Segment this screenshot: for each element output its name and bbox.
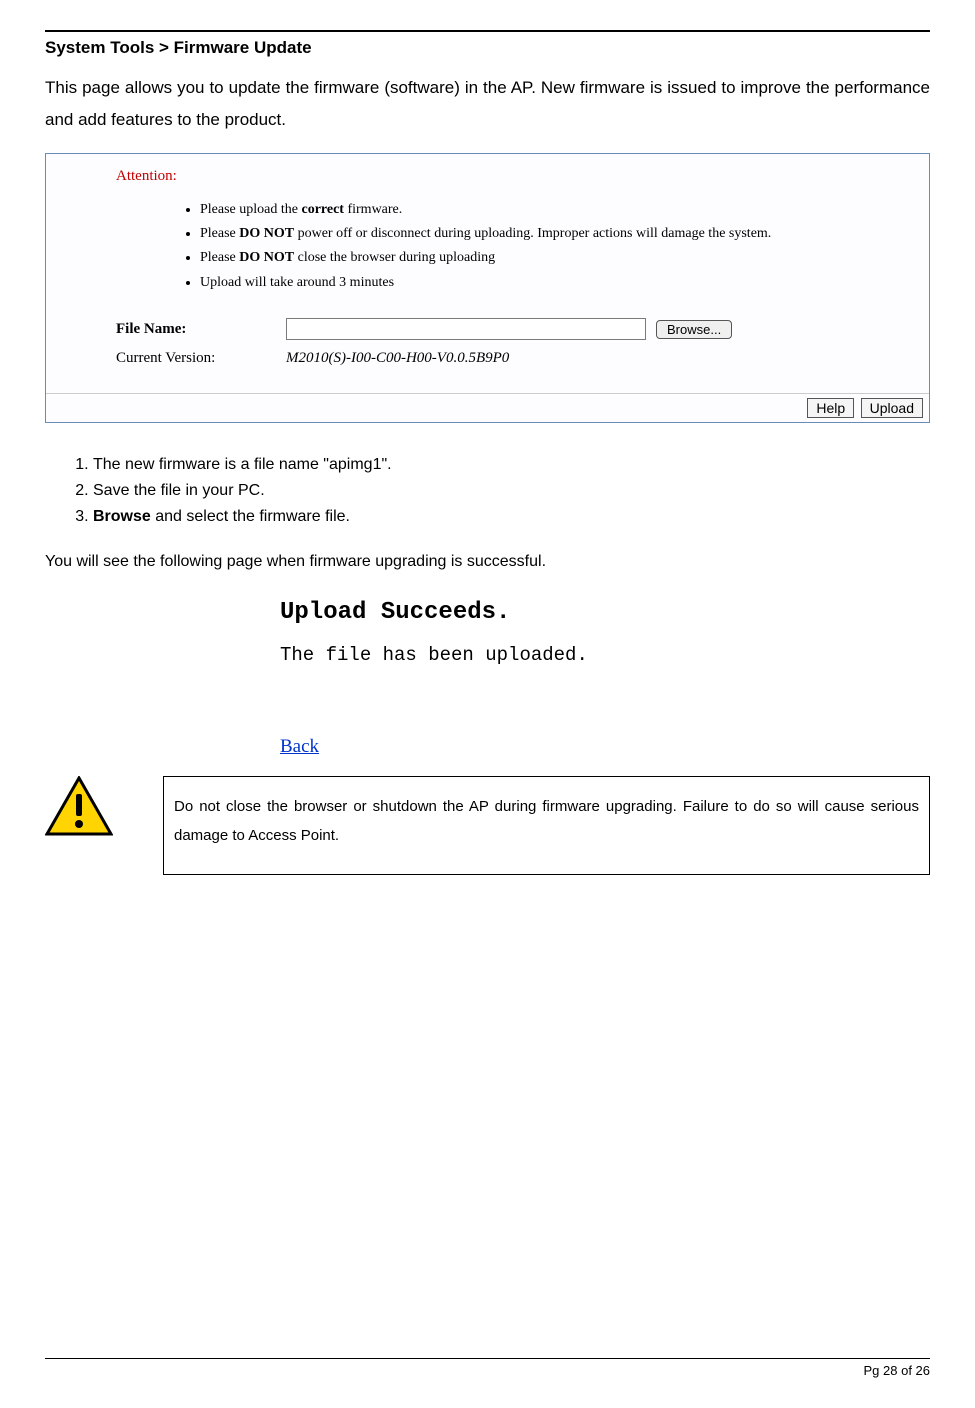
current-version-value: M2010(S)-I00-C00-H00-V0.0.5B9P0 <box>286 350 509 367</box>
page-number: Pg 28 of 26 <box>45 1363 930 1378</box>
attention-item-4: Upload will take around 3 minutes <box>200 272 869 294</box>
followup-text: You will see the following page when fir… <box>45 553 930 571</box>
file-name-input[interactable] <box>286 318 646 340</box>
b1-bold: correct <box>301 202 343 217</box>
step-3-rest: and select the firmware file. <box>151 508 350 525</box>
b2-post: power off or disconnect during uploading… <box>294 226 771 241</box>
b1-pre: Please upload the <box>200 202 301 217</box>
b2-pre: Please <box>200 226 239 241</box>
attention-item-2: Please DO NOT power off or disconnect du… <box>200 223 869 245</box>
file-name-label: File Name: <box>116 321 286 338</box>
panel-footer: Help Upload <box>46 393 929 422</box>
attention-item-1: Please upload the correct firmware. <box>200 199 869 221</box>
browse-button[interactable]: Browse... <box>656 320 732 339</box>
warning-icon <box>45 776 113 836</box>
top-rule <box>45 30 930 32</box>
step-3-bold: Browse <box>93 508 151 525</box>
page-heading: System Tools > Firmware Update <box>45 38 930 58</box>
firmware-panel: Attention: Please upload the correct fir… <box>45 153 930 424</box>
current-version-label: Current Version: <box>116 350 286 367</box>
step-1: The new firmware is a file name "apimg1"… <box>93 453 930 477</box>
step-3: Browse and select the firmware file. <box>93 505 930 529</box>
back-link[interactable]: Back <box>280 736 319 757</box>
attention-item-3: Please DO NOT close the browser during u… <box>200 247 869 269</box>
steps-list: The new firmware is a file name "apimg1"… <box>93 453 930 529</box>
step-2: Save the file in your PC. <box>93 479 930 503</box>
help-button[interactable]: Help <box>807 398 854 418</box>
attention-label: Attention: <box>116 168 869 185</box>
warning-row: Do not close the browser or shutdown the… <box>45 776 930 875</box>
upload-success-title: Upload Succeeds. <box>280 599 930 626</box>
page-footer: Pg 28 of 26 <box>45 1358 930 1378</box>
b3-bold: DO NOT <box>239 250 294 265</box>
b2-bold: DO NOT <box>239 226 294 241</box>
file-name-row: File Name: Browse... <box>116 318 869 340</box>
upload-success-block: Upload Succeeds. The file has been uploa… <box>280 599 930 758</box>
b3-post: close the browser during uploading <box>294 250 495 265</box>
intro-paragraph: This page allows you to update the firmw… <box>45 72 930 137</box>
warning-box: Do not close the browser or shutdown the… <box>163 776 930 875</box>
upload-button[interactable]: Upload <box>861 398 923 418</box>
b1-post: firmware. <box>344 202 402 217</box>
upload-success-sub: The file has been uploaded. <box>280 644 930 666</box>
attention-list: Please upload the correct firmware. Plea… <box>116 199 869 295</box>
current-version-row: Current Version: M2010(S)-I00-C00-H00-V0… <box>116 350 869 367</box>
b3-pre: Please <box>200 250 239 265</box>
